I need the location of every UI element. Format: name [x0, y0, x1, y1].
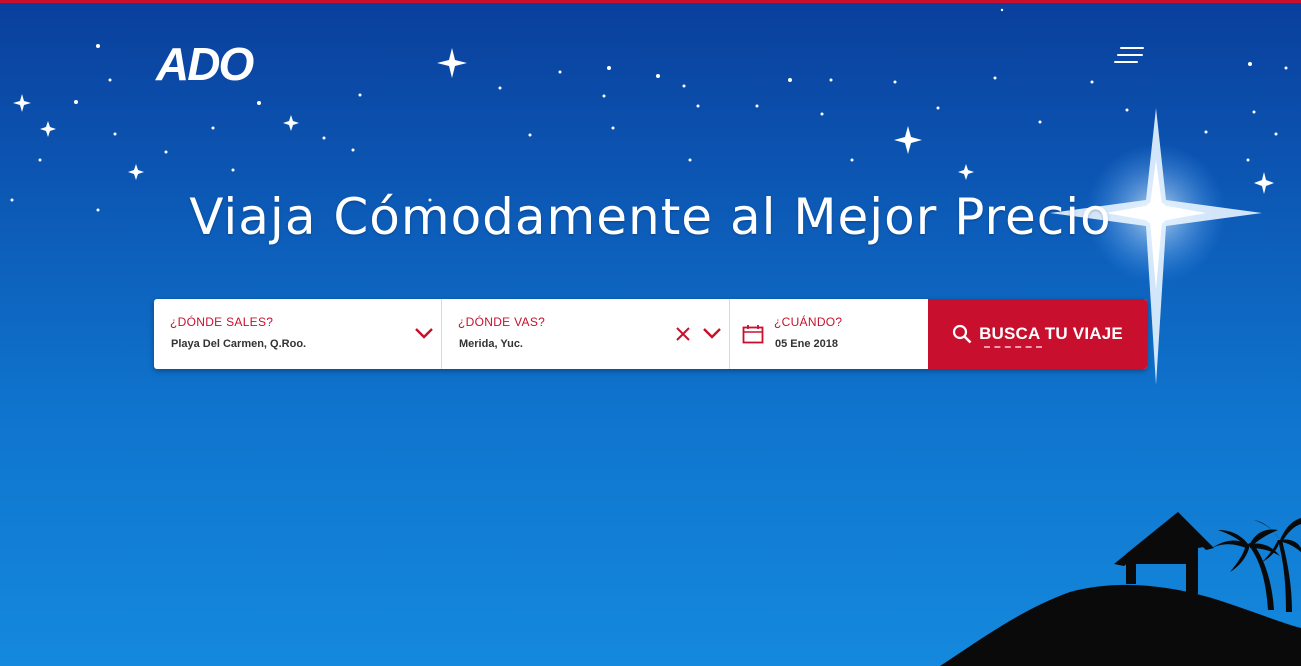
- destination-label: ¿DÓNDE VAS?: [458, 315, 546, 329]
- destination-value[interactable]: Merida, Yuc.: [459, 338, 523, 350]
- date-value[interactable]: 05 Ene 2018: [775, 338, 838, 350]
- button-underline-decoration: [984, 344, 1042, 348]
- ado-logo[interactable]: ADO: [154, 40, 299, 84]
- origin-label: ¿DÓNDE SALES?: [170, 315, 274, 329]
- menu-icon[interactable]: [1114, 47, 1146, 75]
- trip-search-form: ¿DÓNDE SALES? Playa Del Carmen, Q.Roo. ¿…: [154, 299, 1147, 369]
- origin-value[interactable]: Playa Del Carmen, Q.Roo.: [171, 338, 306, 350]
- hero-headline: Viaja Cómodamente al Mejor Precio: [189, 188, 1112, 246]
- calendar-icon: [742, 325, 764, 344]
- hill-hut-palms-silhouette: [940, 512, 1301, 666]
- destination-field[interactable]: ¿DÓNDE VAS? Merida, Yuc.: [442, 299, 730, 369]
- chevron-down-icon[interactable]: [702, 326, 722, 340]
- search-button-label: BUSCA TU VIAJE: [979, 324, 1123, 343]
- origin-field[interactable]: ¿DÓNDE SALES? Playa Del Carmen, Q.Roo.: [154, 299, 442, 369]
- chevron-down-icon[interactable]: [414, 326, 434, 340]
- date-field[interactable]: ¿CUÁNDO? 05 Ene 2018: [730, 299, 928, 369]
- search-trip-button[interactable]: BUSCA TU VIAJE: [928, 299, 1147, 369]
- date-label: ¿CUÁNDO?: [774, 315, 843, 329]
- search-icon: [952, 324, 972, 344]
- svg-text:ADO: ADO: [155, 40, 254, 84]
- clear-icon[interactable]: [675, 326, 691, 342]
